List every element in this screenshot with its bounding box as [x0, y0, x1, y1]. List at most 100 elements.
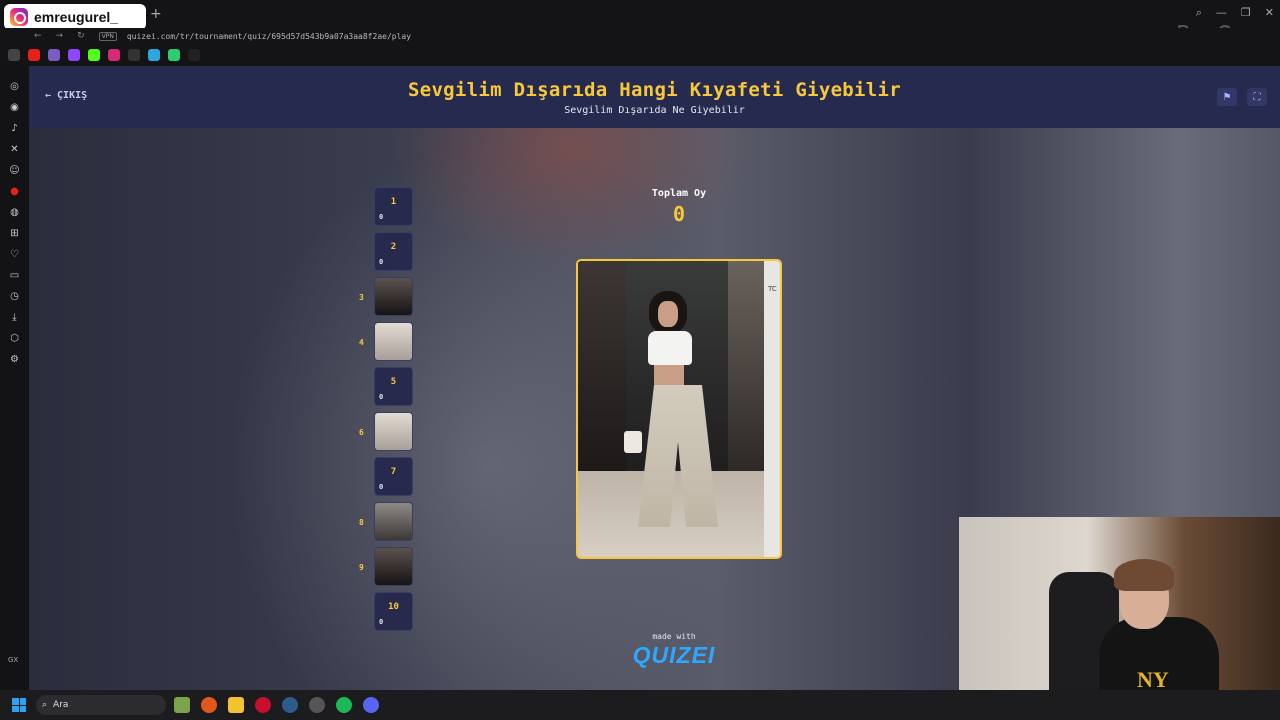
bracket-slot-1[interactable]: 1 0 [374, 187, 413, 226]
taskbar-apps [174, 697, 379, 713]
slot-number: 10 [388, 602, 399, 612]
flag-icon: ⚑ [1222, 91, 1232, 103]
twitch-icon[interactable] [68, 49, 80, 61]
history-icon[interactable]: ◷ [9, 290, 21, 302]
quiz-subtitle: Sevgilim Dışarıda Ne Giyebilir [564, 104, 745, 116]
instagram-icon [10, 8, 28, 26]
gx-sidebar: ◎ ◉ ♪ ✕ ☺ ● ◍ ⊞ ♡ ▭ ◷ ⤓ ⬡ ⚙ [0, 66, 29, 690]
bracket-slot-10[interactable]: 10 0 [374, 592, 413, 631]
url-field[interactable]: quizei.com/tr/tournament/quiz/695d57d543… [127, 32, 411, 41]
file-explorer-icon[interactable] [228, 697, 244, 713]
steam-icon[interactable] [282, 697, 298, 713]
app-icon[interactable] [201, 697, 217, 713]
photo-wall-edge [764, 261, 780, 557]
slot-number-3: 3 [359, 293, 364, 302]
exit-button[interactable]: ← ÇIKIŞ [45, 90, 87, 101]
slot-number: 1 [390, 197, 397, 207]
x-icon[interactable]: ✕ [9, 143, 21, 155]
photo-handbag [624, 431, 642, 453]
instagram-icon[interactable]: ◉ [9, 101, 21, 113]
slot-number: 7 [390, 467, 397, 477]
twitch-icon[interactable]: ◎ [9, 80, 21, 92]
extensions-icon[interactable]: ⬡ [9, 332, 21, 344]
photo-waist [654, 365, 684, 387]
slot-number-6: 6 [359, 428, 364, 437]
opera-gx-icon[interactable] [255, 697, 271, 713]
app-icon[interactable] [309, 697, 325, 713]
slot-votes: 0 [379, 618, 384, 626]
close-icon[interactable]: ✕ [1265, 6, 1274, 20]
bookmark-icon[interactable] [148, 49, 160, 61]
fullscreen-button[interactable]: ⛶ [1247, 88, 1267, 106]
discord-icon[interactable] [363, 697, 379, 713]
slot-votes: 0 [379, 393, 384, 401]
settings-icon[interactable]: ⚙ [9, 353, 21, 365]
bracket-slot-9-thumbnail[interactable] [374, 547, 413, 586]
bracket-slot-8-thumbnail[interactable] [374, 502, 413, 541]
bookmark-icon[interactable] [128, 49, 140, 61]
made-with-label: made with [652, 632, 696, 641]
wallet-icon[interactable]: ▭ [9, 269, 21, 281]
heart-icon[interactable]: ♡ [9, 248, 21, 260]
photo-face [658, 301, 678, 327]
slot-votes: 0 [379, 213, 384, 221]
youtube-icon[interactable]: ● [9, 185, 21, 197]
tiktok-icon[interactable]: ♪ [9, 122, 21, 134]
vpn-badge[interactable]: VPN [98, 31, 117, 41]
back-icon[interactable]: ← [34, 31, 42, 41]
apps-icon[interactable]: ⊞ [9, 227, 21, 239]
download-icon[interactable]: ⤓ [9, 311, 21, 323]
slot-number-8: 8 [359, 518, 364, 527]
slot-number-4: 4 [359, 338, 364, 347]
total-votes-value: 0 [672, 202, 686, 226]
bracket-slot-6-thumbnail[interactable] [374, 412, 413, 451]
photo-floor [578, 471, 780, 557]
photo-marble-left [578, 261, 626, 481]
bracket-slot-4-thumbnail[interactable] [374, 322, 413, 361]
bookmarks-bar [0, 44, 1280, 66]
minimize-icon[interactable]: — [1216, 6, 1227, 20]
candidate-image-card[interactable]: TC [576, 259, 782, 559]
taskbar-search[interactable]: ⌕ Ara [36, 695, 166, 715]
bookmark-icon[interactable] [168, 49, 180, 61]
quiz-header: Sevgilim Dışarıda Hangi Kıyafeti Giyebil… [29, 66, 1280, 128]
taskbar-search-placeholder: Ara [53, 700, 69, 710]
spotify-icon[interactable] [336, 697, 352, 713]
webcam-beanie [1114, 559, 1174, 591]
instagram-overlay: emreugurel_ [4, 4, 146, 30]
window-controls: ⌕ — ❐ ✕ [1196, 6, 1274, 20]
streamer-webcam: NY [959, 517, 1280, 690]
bracket-slot-2[interactable]: 2 0 [374, 232, 413, 271]
reload-icon[interactable]: ↻ [77, 31, 85, 41]
mail-icon[interactable] [48, 49, 60, 61]
start-button[interactable] [12, 698, 26, 712]
spotify-icon[interactable]: ◍ [9, 206, 21, 218]
instagram-handle: emreugurel_ [34, 9, 119, 25]
kick-icon[interactable] [88, 49, 100, 61]
quiz-title: Sevgilim Dışarıda Hangi Kıyafeti Giyebil… [407, 78, 902, 101]
discord-icon[interactable]: ☺ [9, 164, 21, 176]
address-bar: ← → ↻ VPN quizei.com/tr/tournament/quiz/… [0, 28, 1280, 44]
instagram-bookmark-icon[interactable] [108, 49, 120, 61]
quizei-logo[interactable]: QUIZEI [604, 642, 744, 669]
browser-search-icon[interactable]: ⌕ [1196, 6, 1202, 20]
fullscreen-icon: ⛶ [1253, 91, 1261, 103]
slot-votes: 0 [379, 483, 384, 491]
browser-tab-bar [0, 0, 1280, 28]
photo-white-top [648, 331, 692, 365]
windows-taskbar: ⌕ Ara [0, 690, 1280, 720]
tiktok-icon[interactable] [188, 49, 200, 61]
slot-number: 2 [390, 242, 397, 252]
widgets-icon[interactable] [174, 697, 190, 713]
youtube-icon[interactable] [28, 49, 40, 61]
report-button[interactable]: ⚑ [1217, 88, 1237, 106]
bracket-slot-5[interactable]: 5 0 [374, 367, 413, 406]
gx-label: GX [8, 656, 19, 664]
webcam-shirt-logo: NY [1137, 667, 1169, 690]
new-tab-button[interactable]: + [150, 6, 164, 22]
bracket-slot-7[interactable]: 7 0 [374, 457, 413, 496]
gamepad-icon[interactable] [8, 49, 20, 61]
bracket-slot-3-thumbnail[interactable] [374, 277, 413, 316]
restore-icon[interactable]: ❐ [1241, 6, 1251, 20]
forward-icon[interactable]: → [56, 31, 64, 41]
